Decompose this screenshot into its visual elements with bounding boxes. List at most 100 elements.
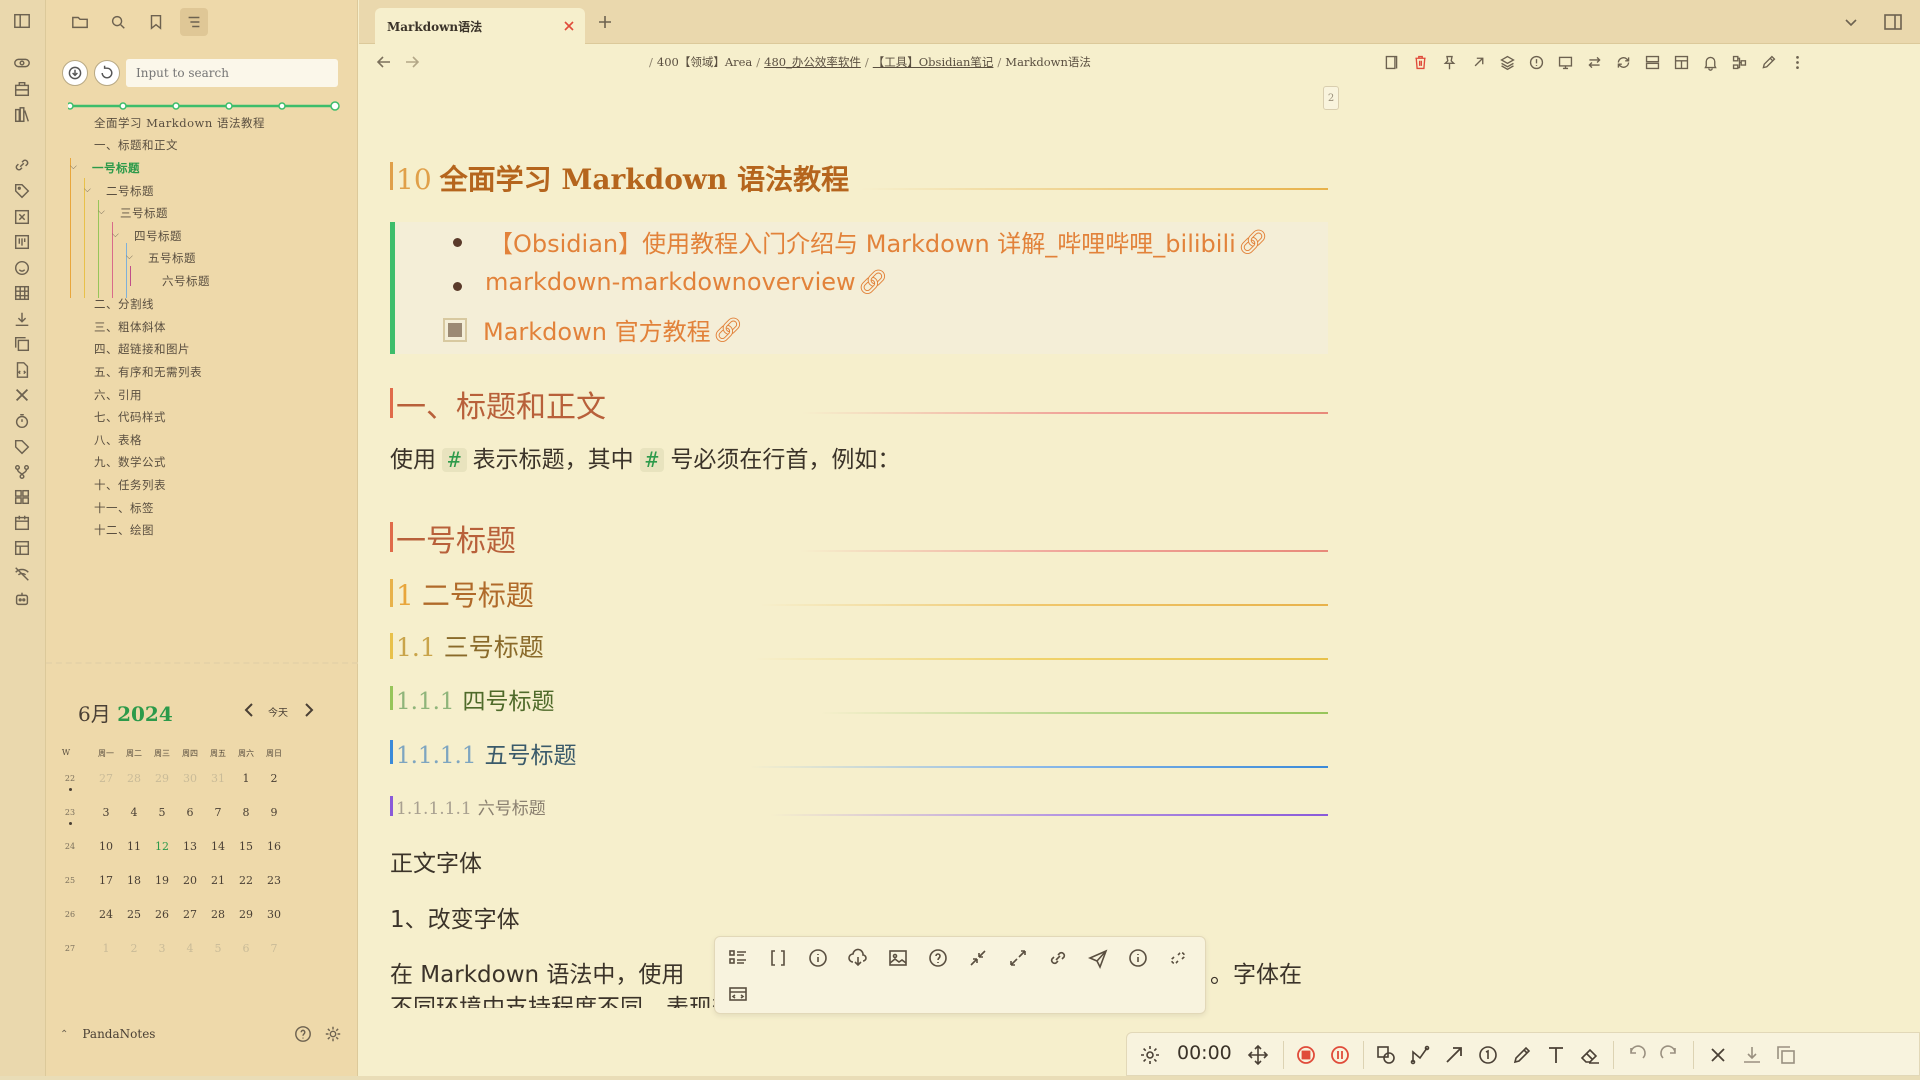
calendar-day[interactable]: 13	[176, 840, 204, 853]
calendar-day[interactable]: 28	[204, 908, 232, 921]
calendar-day[interactable]: 3	[148, 942, 176, 955]
outline-search-input[interactable]	[126, 59, 338, 87]
list-icon[interactable]	[727, 947, 749, 969]
today-button[interactable]: 今天	[268, 704, 288, 719]
pin-icon[interactable]	[1438, 51, 1460, 73]
calendar-day[interactable]: 20	[176, 874, 204, 887]
split-view-icon[interactable]	[1670, 51, 1692, 73]
link[interactable]: Markdown 官方教程 🔗︎	[483, 312, 743, 347]
outline-item[interactable]: 七、代码样式	[94, 407, 166, 427]
chevron-down-icon[interactable]: ⌵	[98, 207, 105, 217]
calendar-day[interactable]: 27	[176, 908, 204, 921]
table-icon[interactable]	[11, 282, 33, 304]
refresh-icon[interactable]	[1612, 51, 1634, 73]
close-box-icon[interactable]	[11, 206, 33, 228]
calendar-day[interactable]: 10	[92, 840, 120, 853]
info-icon[interactable]	[1525, 51, 1547, 73]
book-icon[interactable]	[1380, 51, 1402, 73]
settings-icon[interactable]	[324, 1025, 342, 1043]
arrow-left-icon[interactable]	[375, 53, 393, 71]
record-icon[interactable]	[1295, 1044, 1317, 1066]
presentation-icon[interactable]	[1554, 51, 1576, 73]
tag-icon[interactable]	[11, 180, 33, 202]
git-branch-icon[interactable]	[11, 461, 33, 483]
outline-item[interactable]: 六、引用	[94, 385, 142, 405]
calendar-day[interactable]: 29	[148, 772, 176, 785]
file-code-icon[interactable]	[11, 359, 33, 381]
undo-icon[interactable]	[1625, 1044, 1647, 1066]
branch-icon[interactable]	[1728, 51, 1750, 73]
calendar-day[interactable]: 18	[120, 874, 148, 887]
timer-icon[interactable]	[11, 410, 33, 432]
calendar-week-number[interactable]: 25	[60, 876, 80, 885]
calendar-day[interactable]: 4	[120, 806, 148, 819]
path-icon[interactable]	[1409, 1044, 1431, 1066]
close-icon[interactable]	[561, 18, 577, 34]
rows-icon[interactable]	[1641, 51, 1663, 73]
layout-icon[interactable]	[11, 537, 33, 559]
calendar-day[interactable]: 9	[260, 806, 288, 819]
outline-item[interactable]: 十一、标签	[94, 498, 154, 518]
apps-icon[interactable]	[11, 486, 33, 508]
outline-item[interactable]: 三、粗体斜体	[94, 317, 166, 337]
outline-item[interactable]: 全面学习 Markdown 语法教程	[94, 113, 265, 133]
chevron-down-icon[interactable]: ⌵	[112, 230, 119, 240]
outline-item[interactable]: 二号标题	[106, 181, 154, 201]
calendar-week-number[interactable]: 26	[60, 910, 80, 919]
calendar-day[interactable]: 4	[176, 942, 204, 955]
new-tab-icon[interactable]	[595, 12, 615, 32]
calendar-day[interactable]: 2	[120, 942, 148, 955]
chevron-left-icon[interactable]	[242, 702, 256, 718]
calendar-day[interactable]: 27	[92, 772, 120, 785]
outline-item[interactable]: 八、表格	[94, 430, 142, 450]
swap-icon[interactable]	[1583, 51, 1605, 73]
calendar-icon[interactable]	[11, 512, 33, 534]
arrow-right-icon[interactable]	[403, 53, 421, 71]
calendar-day[interactable]: 8	[232, 806, 260, 819]
calendar-day[interactable]: 22	[232, 874, 260, 887]
outline-item[interactable]: 四、超链接和图片	[94, 339, 190, 359]
calendar-day[interactable]: 1	[92, 942, 120, 955]
outline-item[interactable]: 四号标题	[134, 226, 182, 246]
kanban-icon[interactable]	[11, 231, 33, 253]
outline-item[interactable]: 一号标题	[92, 158, 140, 178]
bell-icon[interactable]	[1699, 51, 1721, 73]
outline-item[interactable]: 二、分割线	[94, 294, 154, 314]
sidebar-toggle-icon[interactable]	[11, 10, 33, 32]
robot-icon[interactable]	[11, 588, 33, 610]
more-options-icon[interactable]	[1786, 51, 1808, 73]
calendar-day[interactable]: 30	[260, 908, 288, 921]
link[interactable]: 【Obsidian】使用教程入门介绍与 Markdown 详解_哔哩哔哩_bil…	[489, 224, 1268, 259]
graph-icon[interactable]	[11, 52, 33, 74]
right-sidebar-toggle-icon[interactable]	[1883, 12, 1903, 32]
link[interactable]: markdown-markdownoverview 🔗︎	[485, 268, 888, 296]
arrow-icon[interactable]	[1443, 1044, 1465, 1066]
chevron-down-icon[interactable]: ⌵	[126, 252, 133, 262]
tags-icon[interactable]	[11, 436, 33, 458]
calendar-day[interactable]: 15	[232, 840, 260, 853]
heading-level-slider[interactable]	[68, 101, 340, 111]
tab-markdown[interactable]: Markdown语法	[375, 8, 585, 44]
calendar-day[interactable]: 26	[148, 908, 176, 921]
calendar-week-number[interactable]: 23	[60, 808, 80, 817]
collapse-icon[interactable]	[967, 947, 989, 969]
calendar-day[interactable]: 31	[204, 772, 232, 785]
info-icon[interactable]	[807, 947, 829, 969]
calendar-day[interactable]: 30	[176, 772, 204, 785]
outline-item[interactable]: 六号标题	[162, 271, 210, 291]
text-tool-icon[interactable]	[1545, 1044, 1567, 1066]
settings-icon[interactable]	[1139, 1044, 1161, 1066]
briefcase-icon[interactable]	[11, 78, 33, 100]
calendar-day[interactable]: 6	[232, 942, 260, 955]
outline-item[interactable]: 一、标题和正文	[94, 135, 178, 155]
cloud-download-icon[interactable]	[847, 947, 869, 969]
outline-item[interactable]: 五、有序和无需列表	[94, 362, 202, 382]
send-icon[interactable]	[1087, 947, 1109, 969]
chevron-down-icon[interactable]: ⌵	[84, 185, 91, 195]
calendar-day[interactable]: 3	[92, 806, 120, 819]
help-icon[interactable]	[927, 947, 949, 969]
calendar-week-number[interactable]: 27	[60, 944, 80, 953]
calendar-day[interactable]: 5	[148, 806, 176, 819]
breadcrumb-item[interactable]: 【工具】Obsidian笔记	[873, 55, 994, 69]
link-icon[interactable]	[1047, 947, 1069, 969]
